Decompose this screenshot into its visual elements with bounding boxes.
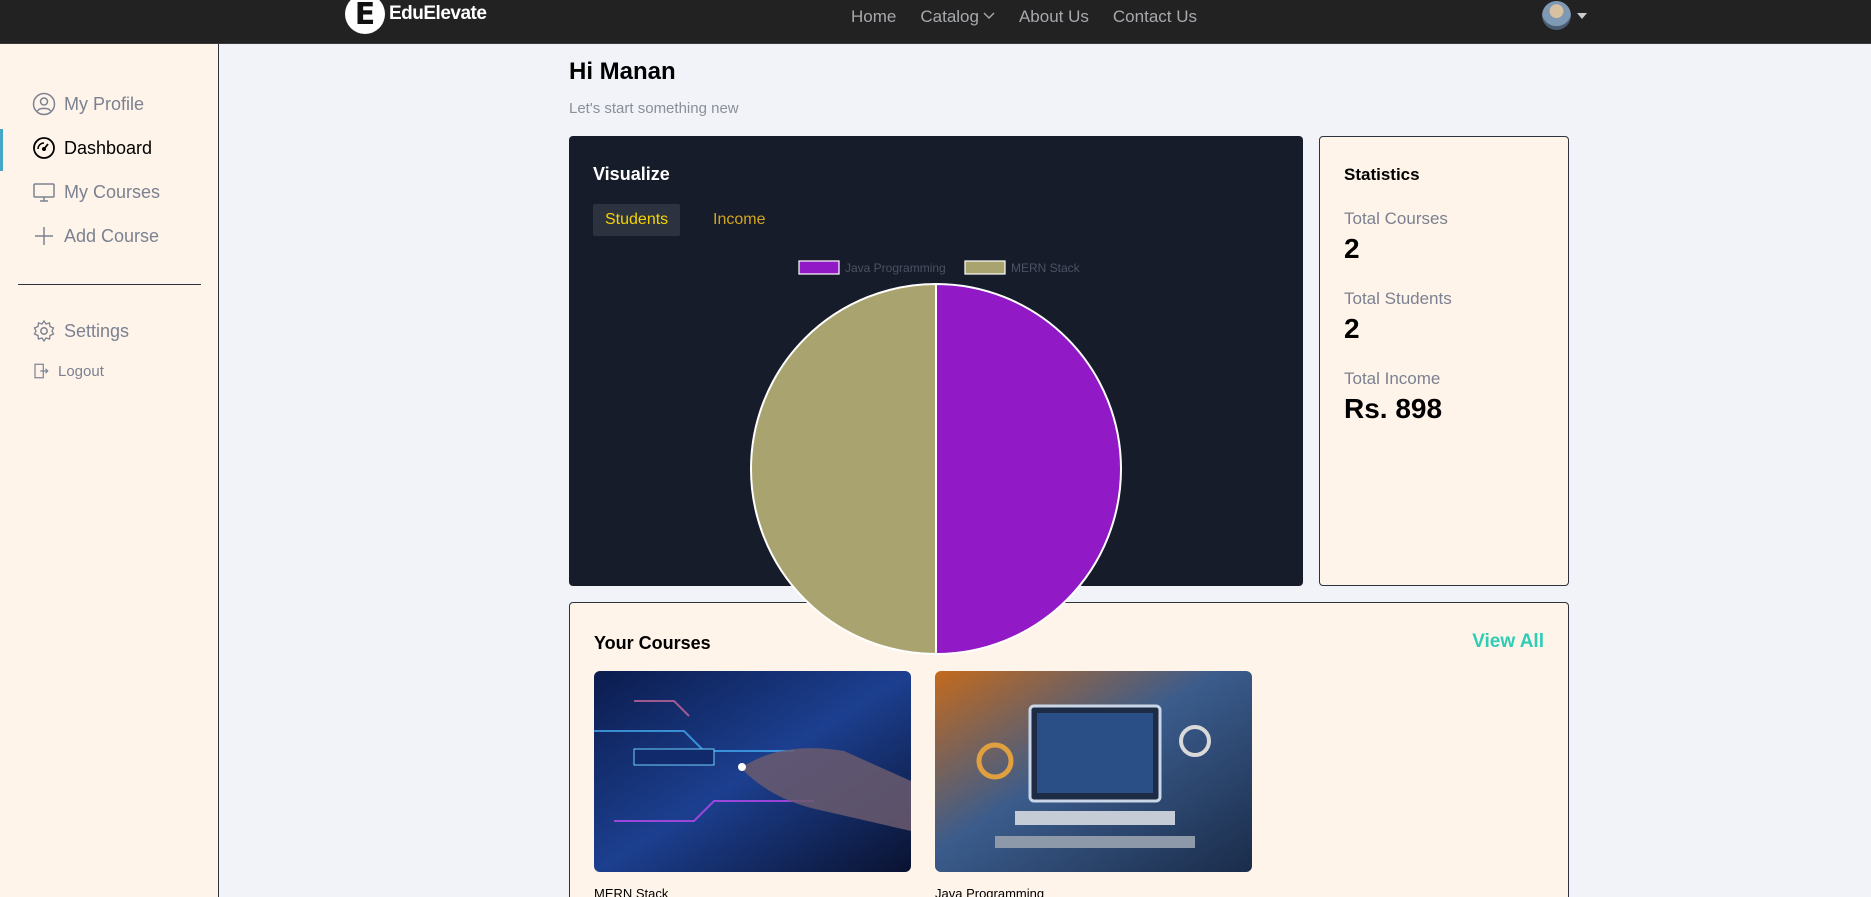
course-thumbnail (935, 671, 1252, 872)
plus-icon (35, 227, 53, 245)
sidebar-item-my-profile[interactable]: My Profile (32, 92, 144, 116)
sidebar-item-logout[interactable]: Logout (32, 362, 104, 380)
statistics-card: Statistics Total Courses 2 Total Student… (1319, 136, 1569, 586)
nav-catalog-label: Catalog (920, 7, 979, 26)
sidebar-item-my-courses[interactable]: My Courses (32, 180, 160, 204)
sidebar-divider (18, 284, 201, 285)
gauge-icon (33, 137, 55, 159)
course-name: MERN Stack (594, 886, 669, 897)
legend-label: MERN Stack (1011, 261, 1081, 275)
nav-catalog[interactable]: Catalog (920, 7, 995, 27)
students-pie-chart: Java Programming MERN Stack (750, 260, 1122, 656)
logo-text: EduElevate (389, 3, 487, 24)
tab-students[interactable]: Students (593, 204, 681, 236)
nav-links: Home Catalog About Us Contact Us (851, 7, 1221, 27)
page-title: Hi Manan (569, 58, 676, 85)
total-income-value: Rs. 898 (1344, 393, 1443, 424)
logo-mark: E (345, 0, 385, 34)
total-students-value: 2 (1344, 313, 1360, 344)
logout-icon (34, 363, 49, 379)
your-courses-title: Your Courses (594, 633, 711, 653)
sidebar-item-settings[interactable]: Settings (32, 319, 129, 343)
chevron-down-icon (983, 11, 995, 23)
course-thumbnail (594, 671, 911, 872)
top-navbar: E EduElevate Home Catalog About Us Conta… (0, 0, 1871, 44)
sidebar-item-dashboard[interactable]: Dashboard (32, 136, 152, 160)
page-subtitle: Let's start something new (569, 100, 739, 117)
brand-logo[interactable]: E EduElevate (345, 0, 487, 34)
user-circle-icon (32, 92, 56, 116)
total-students-label: Total Students (1344, 289, 1452, 308)
sidebar-item-add-course[interactable]: Add Course (32, 224, 159, 248)
monitor-icon (33, 183, 55, 202)
total-courses-value: 2 (1344, 233, 1360, 264)
sidebar-item-label: Logout (58, 362, 104, 380)
nav-home[interactable]: Home (851, 7, 896, 27)
visualize-title: Visualize (593, 164, 670, 184)
pie-slice-mern-stack[interactable] (750, 282, 937, 656)
statistics-title: Statistics (1344, 165, 1420, 184)
course-name: Java Programming (935, 886, 1045, 897)
view-all-link[interactable]: View All (1472, 631, 1544, 653)
nav-contact[interactable]: Contact Us (1113, 7, 1197, 27)
caret-down-icon (1577, 12, 1587, 19)
gear-icon (33, 319, 55, 343)
sidebar-item-label: Settings (64, 320, 130, 341)
total-income-label: Total Income (1344, 369, 1441, 388)
avatar (1542, 1, 1571, 30)
total-courses-label: Total Courses (1344, 209, 1448, 228)
sidebar-item-label: My Profile (64, 93, 145, 114)
course-card-mern[interactable]: MERN Stack (594, 671, 911, 897)
sidebar-item-label: My Courses (64, 181, 161, 202)
course-card-java[interactable]: Java Programming (935, 671, 1252, 897)
sidebar-item-label: Add Course (64, 225, 160, 246)
tab-income[interactable]: Income (701, 204, 777, 236)
active-indicator (0, 129, 3, 171)
sidebar: My Profile Dashboard My Courses Add Cour… (0, 44, 219, 897)
pie-slice-java-programming[interactable] (935, 282, 1122, 656)
sidebar-item-label: Dashboard (64, 137, 153, 158)
nav-about[interactable]: About Us (1019, 7, 1089, 27)
legend-swatch[interactable] (964, 260, 1006, 275)
profile-dropdown[interactable] (1542, 1, 1587, 30)
legend-swatch[interactable] (798, 260, 840, 275)
legend-label: Java Programming (845, 261, 946, 275)
